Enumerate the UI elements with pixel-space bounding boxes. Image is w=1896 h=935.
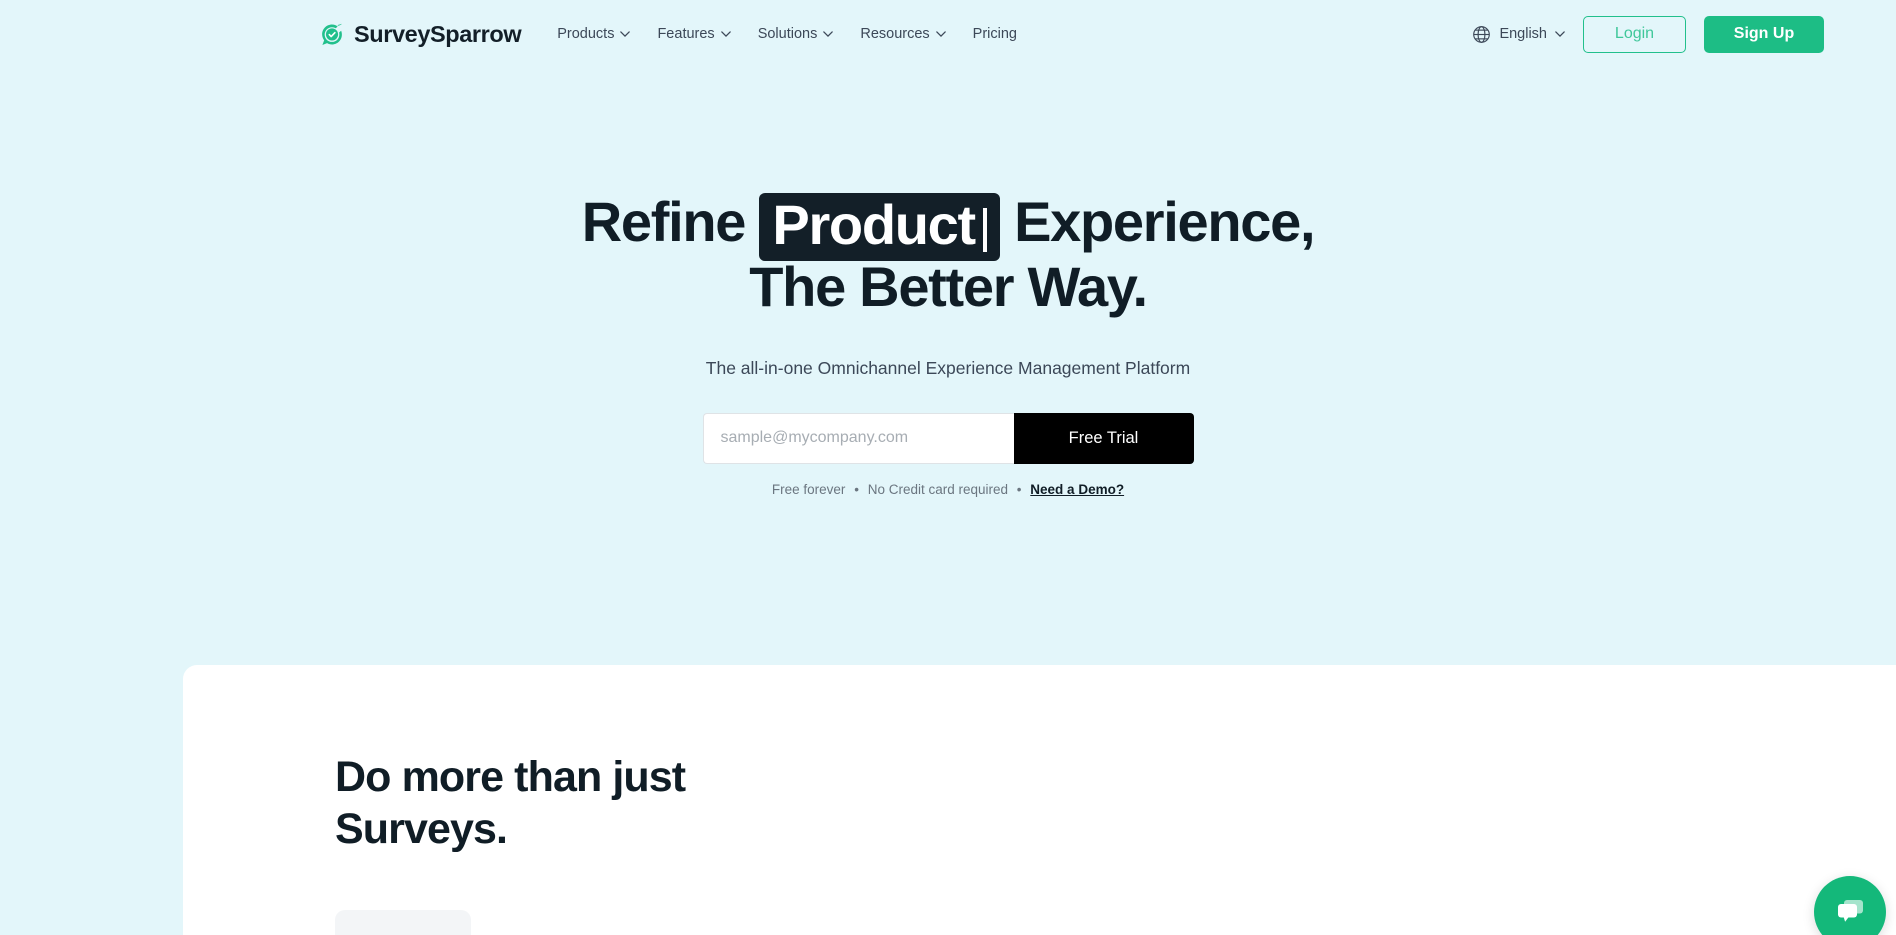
hero-subtitle: The all-in-one Omnichannel Experience Ma… (705, 357, 1191, 378)
section-title: Do more than just Surveys. (335, 751, 686, 856)
sparrow-leaf-check-logo-icon (318, 21, 345, 48)
brand-name: SurveySparrow (354, 20, 522, 47)
nav-label: Pricing (972, 26, 1017, 42)
bullet-separator: • (854, 481, 859, 497)
section-title-line2: Surveys. (335, 805, 508, 854)
nav-item-solutions[interactable]: Solutions (758, 26, 834, 42)
typing-caret (982, 208, 987, 252)
signup-fine-print: Free forever • No Credit card required •… (0, 482, 1896, 497)
fine-print-free-forever: Free forever (771, 481, 846, 497)
signup-button[interactable]: Sign Up (1704, 15, 1824, 53)
language-label: English (1499, 26, 1547, 42)
login-button[interactable]: Login (1583, 15, 1686, 53)
email-input[interactable] (702, 412, 1014, 464)
fine-print-no-credit-card: No Credit card required (867, 481, 1009, 497)
hero-title-highlight-box: Product (759, 193, 1000, 261)
chevron-down-icon (1555, 31, 1565, 37)
do-more-section: Do more than just Surveys. (183, 665, 1896, 935)
nav-item-features[interactable]: Features (657, 26, 731, 42)
nav-item-pricing[interactable]: Pricing (973, 26, 1017, 42)
feature-tab-placeholder[interactable] (335, 910, 471, 935)
need-a-demo-link[interactable]: Need a Demo? (1030, 482, 1124, 497)
hero-title-after: Experience, (1014, 190, 1315, 253)
nav-label: Resources (860, 26, 930, 42)
nav-label: Solutions (757, 26, 818, 42)
trial-signup-form: Free Trial (0, 412, 1896, 464)
main-navigation: Products Features Solutions Resources Pr (557, 26, 1017, 42)
header-actions: English Login Sign Up (1472, 15, 1896, 53)
chevron-down-icon (935, 31, 946, 37)
nav-label: Products (557, 26, 615, 42)
chevron-down-icon (620, 31, 631, 37)
free-trial-button[interactable]: Free Trial (1013, 412, 1194, 464)
bullet-separator: • (1016, 481, 1022, 497)
section-title-line1: Do more than just (335, 753, 686, 801)
nav-item-products[interactable]: Products (557, 26, 631, 42)
page-title: Refine Product Experience, The Better Wa… (0, 190, 1896, 317)
site-header: SurveySparrow Products Features Solution… (0, 0, 1896, 68)
brand-logo-link[interactable]: SurveySparrow (318, 20, 522, 48)
chevron-down-icon (823, 31, 834, 37)
chevron-down-icon (720, 31, 731, 37)
hero-title-before: Refine (581, 190, 747, 253)
globe-icon (1472, 25, 1491, 44)
nav-item-resources[interactable]: Resources (860, 26, 946, 42)
chat-bubbles-icon (1833, 895, 1867, 929)
hero-section: Refine Product Experience, The Better Wa… (0, 68, 1896, 497)
hero-title-line2: The Better Way. (749, 255, 1148, 318)
nav-label: Features (657, 26, 715, 42)
hero-title-highlight-word: Product (772, 193, 976, 256)
language-selector[interactable]: English (1472, 25, 1565, 44)
